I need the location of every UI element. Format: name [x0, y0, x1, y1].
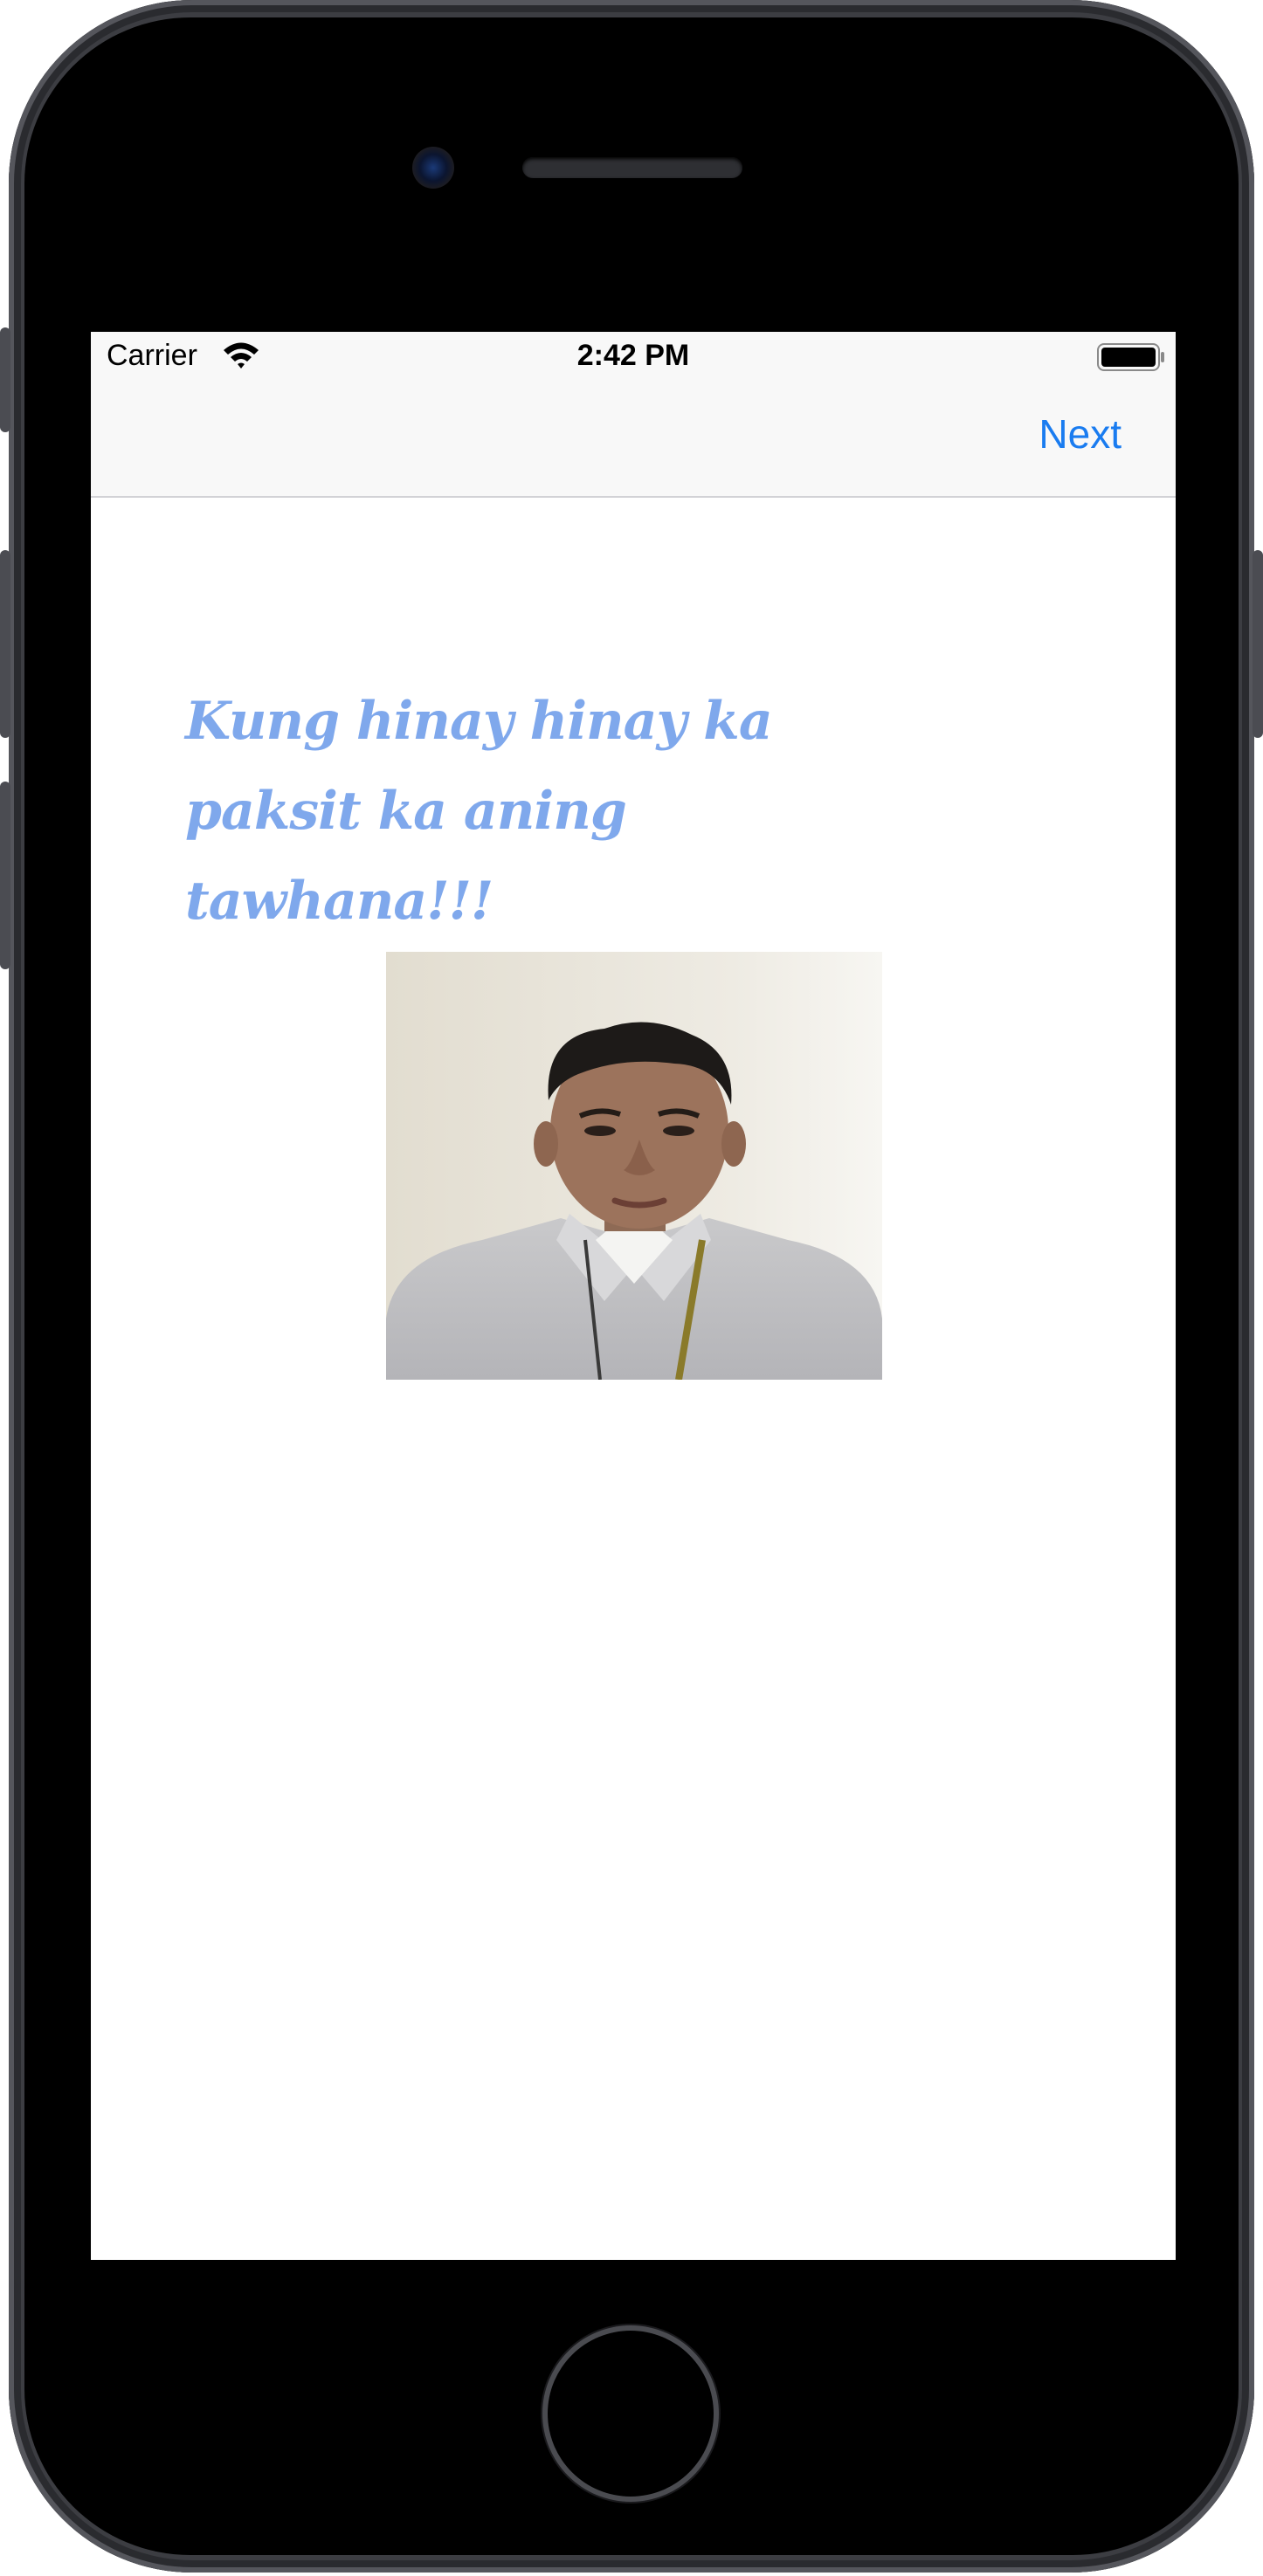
power-button — [1253, 550, 1263, 738]
navigation-bar: Next — [91, 384, 1176, 498]
status-time: 2:42 PM — [576, 339, 690, 372]
front-camera-icon — [412, 147, 454, 189]
earpiece-speaker — [522, 157, 742, 178]
battery-icon — [1097, 343, 1164, 371]
quote-text: Kung hinay hinay ka paksit ka aning tawh… — [185, 691, 773, 932]
status-bar: Carrier 2:42 PM — [91, 332, 1176, 384]
volume-up-button — [0, 550, 10, 738]
portrait-photo-drawing — [386, 952, 882, 1380]
home-button[interactable] — [548, 2331, 714, 2497]
volume-down-button — [0, 782, 10, 969]
next-button[interactable]: Next — [1039, 410, 1122, 458]
app-screen: Carrier 2:42 PM Next Kung hinay hinay ka… — [91, 332, 1176, 2260]
person-portrait-image — [386, 952, 882, 1380]
silent-switch — [0, 327, 10, 432]
